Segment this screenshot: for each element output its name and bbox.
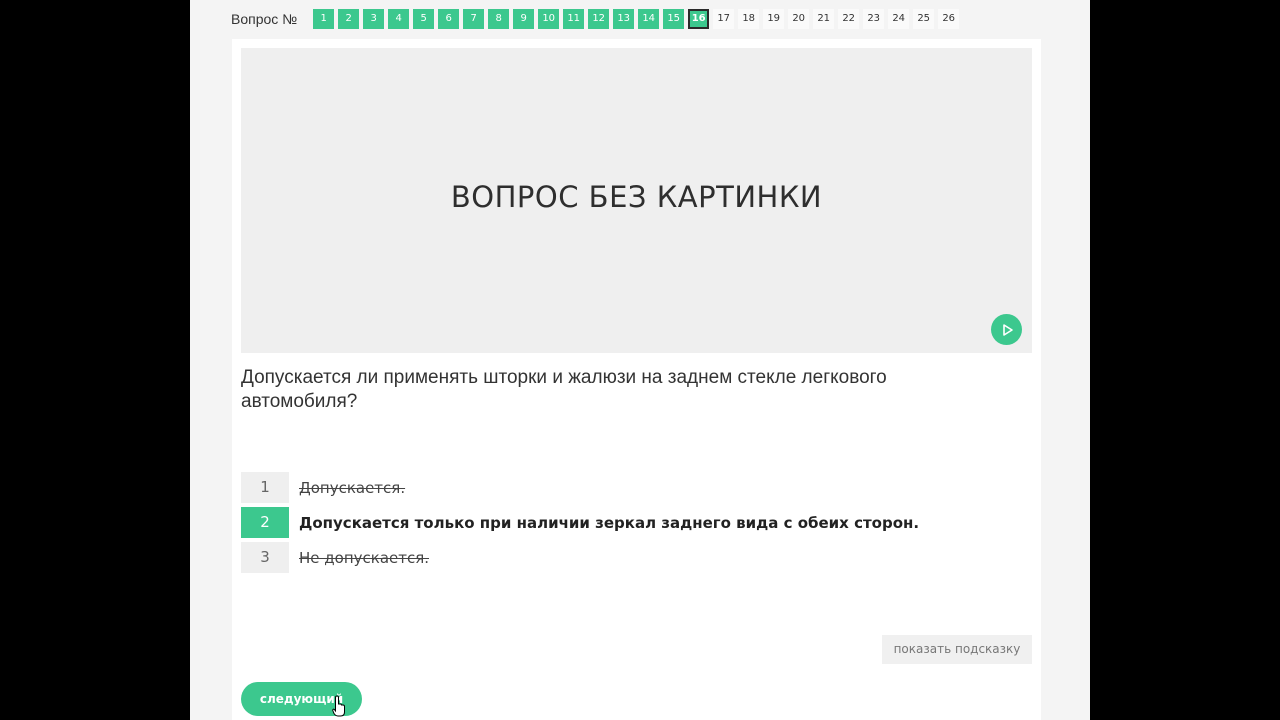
question-number-26[interactable]: 26 (938, 9, 960, 29)
question-number-9[interactable]: 9 (513, 9, 535, 29)
question-number-2[interactable]: 2 (338, 9, 360, 29)
question-number-10[interactable]: 10 (538, 9, 560, 29)
question-number-23[interactable]: 23 (863, 9, 885, 29)
question-navigation: Вопрос № 1 2 3 4 5 6 7 8 9 10 11 12 13 14 15 16 17 18 19 20… (231, 8, 963, 30)
question-number-1[interactable]: 1 (313, 9, 335, 29)
question-number-25[interactable]: 25 (913, 9, 935, 29)
question-number-22[interactable]: 22 (838, 9, 860, 29)
question-number-20[interactable]: 20 (788, 9, 810, 29)
show-hint-button[interactable]: показать подсказку (882, 635, 1032, 664)
answer-list: 1 Допускается. 2 Допускается только при … (241, 472, 919, 577)
play-audio-button[interactable] (991, 314, 1022, 345)
question-number-5[interactable]: 5 (413, 9, 435, 29)
answer-text: Допускается только при наличии зеркал за… (299, 513, 920, 532)
answer-number: 2 (241, 507, 289, 538)
question-card: ВОПРОС БЕЗ КАРТИНКИ Допускается ли приме… (232, 39, 1041, 720)
question-number-24[interactable]: 24 (888, 9, 910, 29)
answer-text: Не допускается. (299, 548, 430, 567)
play-icon (1002, 323, 1013, 336)
question-nav-label: Вопрос № (231, 11, 298, 27)
question-number-18[interactable]: 18 (738, 9, 760, 29)
answer-option-3[interactable]: 3 Не допускается. (241, 542, 919, 573)
question-number-16[interactable]: 16 (688, 9, 710, 29)
question-number-6[interactable]: 6 (438, 9, 460, 29)
question-number-3[interactable]: 3 (363, 9, 385, 29)
hand-cursor-icon (332, 695, 345, 717)
question-number-15[interactable]: 15 (663, 9, 685, 29)
question-number-14[interactable]: 14 (638, 9, 660, 29)
question-number-13[interactable]: 13 (613, 9, 635, 29)
answer-text: Допускается. (299, 478, 406, 497)
question-number-4[interactable]: 4 (388, 9, 410, 29)
question-number-list: 1 2 3 4 5 6 7 8 9 10 11 12 13 14 15 16 17 18 19 20 21 22 23 24 2… (313, 9, 963, 29)
test-page: Вопрос № 1 2 3 4 5 6 7 8 9 10 11 12 13 14 15 16 17 18 19 20… (190, 0, 1090, 720)
question-number-19[interactable]: 19 (763, 9, 785, 29)
question-image: ВОПРОС БЕЗ КАРТИНКИ (241, 48, 1032, 353)
question-number-8[interactable]: 8 (488, 9, 510, 29)
answer-option-1[interactable]: 1 Допускается. (241, 472, 919, 503)
question-number-7[interactable]: 7 (463, 9, 485, 29)
question-number-21[interactable]: 21 (813, 9, 835, 29)
no-image-placeholder: ВОПРОС БЕЗ КАРТИНКИ (450, 179, 823, 214)
answer-number: 3 (241, 542, 289, 573)
answer-number: 1 (241, 472, 289, 503)
question-number-17[interactable]: 17 (713, 9, 735, 29)
question-number-12[interactable]: 12 (588, 9, 610, 29)
question-number-11[interactable]: 11 (563, 9, 585, 29)
answer-option-2[interactable]: 2 Допускается только при наличии зеркал … (241, 507, 919, 538)
question-text: Допускается ли применять шторки и жалюзи… (241, 367, 887, 412)
